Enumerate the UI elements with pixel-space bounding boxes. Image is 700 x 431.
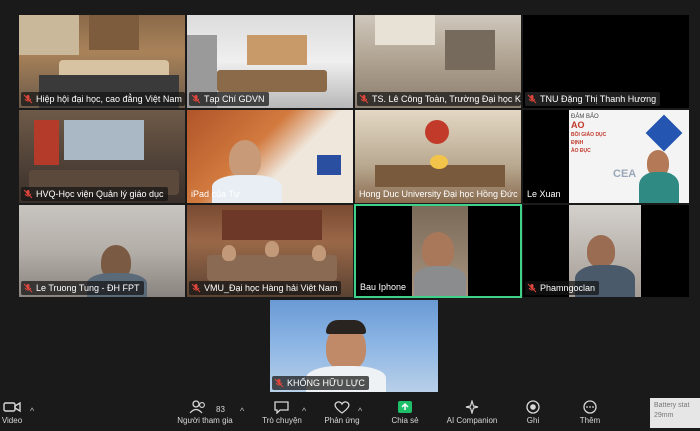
mic-muted-icon [274, 378, 284, 388]
mic-muted-icon [23, 94, 33, 104]
self-view-tile[interactable]: KHỔNG HỮU LỰC [270, 300, 438, 392]
meeting-toolbar: Video ^ Người tham gia 83 ^ Trò chuyện ^… [0, 398, 700, 431]
tile-name-label: Hong Duc University Đại học Hồng Đức [359, 189, 518, 199]
tile-name-label: KHỔNG HỮU LỰC [272, 376, 369, 390]
tile-name-label: Tạp Chí GDVN [189, 92, 269, 106]
mic-muted-icon [191, 94, 201, 104]
video-options-caret[interactable]: ^ [30, 406, 34, 416]
mic-muted-icon [23, 283, 33, 293]
slide-line: ĐỊNH [571, 140, 584, 146]
participants-options-caret[interactable]: ^ [240, 406, 244, 416]
slide-line: AO [571, 120, 585, 130]
video-grid: Hiệp hội đại học, cao đẳng Việt Nam Tạp … [18, 14, 690, 298]
heart-icon [334, 401, 350, 414]
video-tile[interactable]: HVQ-Học viện Quản lý giáo dục [18, 109, 186, 204]
video-tile[interactable]: iPad của Tự [186, 109, 354, 204]
tile-name-label: HVQ-Học viện Quản lý giáo dục [21, 187, 168, 201]
chat-button[interactable]: Trò chuyện [258, 400, 306, 425]
more-button[interactable]: Thêm [576, 400, 604, 425]
video-tile[interactable]: ĐẢM BẢO AO BỒI GIÁO DỤC ĐỊNH ÀO ĐỤC CEA … [522, 109, 690, 204]
mic-muted-icon [359, 94, 369, 104]
video-tile[interactable]: Hiệp hội đại học, cao đẳng Việt Nam [18, 14, 186, 109]
chat-options-caret[interactable]: ^ [302, 406, 306, 416]
record-icon [526, 400, 540, 414]
video-tile[interactable]: TNU Đặng Thị Thanh Hương [522, 14, 690, 109]
sparkle-icon [465, 400, 479, 414]
participants-count: 83 [216, 405, 225, 414]
tile-name-label: TS. Lê Công Toàn, Trường Đại học Kiế... [357, 92, 521, 106]
share-screen-icon [398, 401, 412, 413]
video-tile[interactable]: VMU_Đại học Hàng hải Việt Nam [186, 204, 354, 298]
mic-muted-icon [191, 283, 201, 293]
video-button[interactable]: Video [0, 400, 26, 425]
cea-logo: CEA [613, 168, 637, 180]
battery-status-popup: Battery stat 29mm [650, 398, 700, 428]
video-tile[interactable]: Le Truong Tung - ĐH FPT [18, 204, 186, 298]
ai-companion-button[interactable]: AI Companion [440, 400, 504, 425]
mic-muted-icon [527, 283, 537, 293]
video-tile[interactable]: Phamngoclan [522, 204, 690, 298]
tile-name-label: TNU Đặng Thị Thanh Hương [525, 92, 661, 106]
tile-name-label: Bau Iphone [360, 282, 407, 292]
slide-line: ÀO ĐỤC [571, 148, 591, 154]
video-tile[interactable]: Hong Duc University Đại học Hồng Đức [354, 109, 522, 204]
reactions-options-caret[interactable]: ^ [358, 406, 362, 416]
tile-name-label: Hiệp hội đại học, cao đẳng Việt Nam [21, 92, 185, 106]
tile-name-label: VMU_Đại học Hàng hải Việt Nam [189, 281, 342, 295]
video-tile-active-speaker[interactable]: Bau Iphone [354, 204, 522, 298]
tile-name-label: Le Xuan [527, 189, 561, 199]
chat-bubble-icon [274, 401, 289, 414]
video-camera-icon [3, 401, 21, 413]
more-dots-icon [583, 400, 597, 414]
tile-name-label: iPad của Tự [191, 189, 240, 199]
tile-name-label: Le Truong Tung - ĐH FPT [21, 281, 144, 295]
slide-line: BỒI GIÁO DỤC [571, 132, 607, 138]
video-tile[interactable]: Tạp Chí GDVN [186, 14, 354, 109]
record-button[interactable]: Ghi [520, 400, 546, 425]
mic-muted-icon [23, 189, 33, 199]
video-tile[interactable]: TS. Lê Công Toàn, Trường Đại học Kiế... [354, 14, 522, 109]
mic-muted-icon [527, 94, 537, 104]
share-button[interactable]: Chia sẻ [388, 400, 422, 425]
tile-name-label: Phamngoclan [525, 281, 600, 295]
participants-button[interactable]: Người tham gia [174, 400, 236, 425]
